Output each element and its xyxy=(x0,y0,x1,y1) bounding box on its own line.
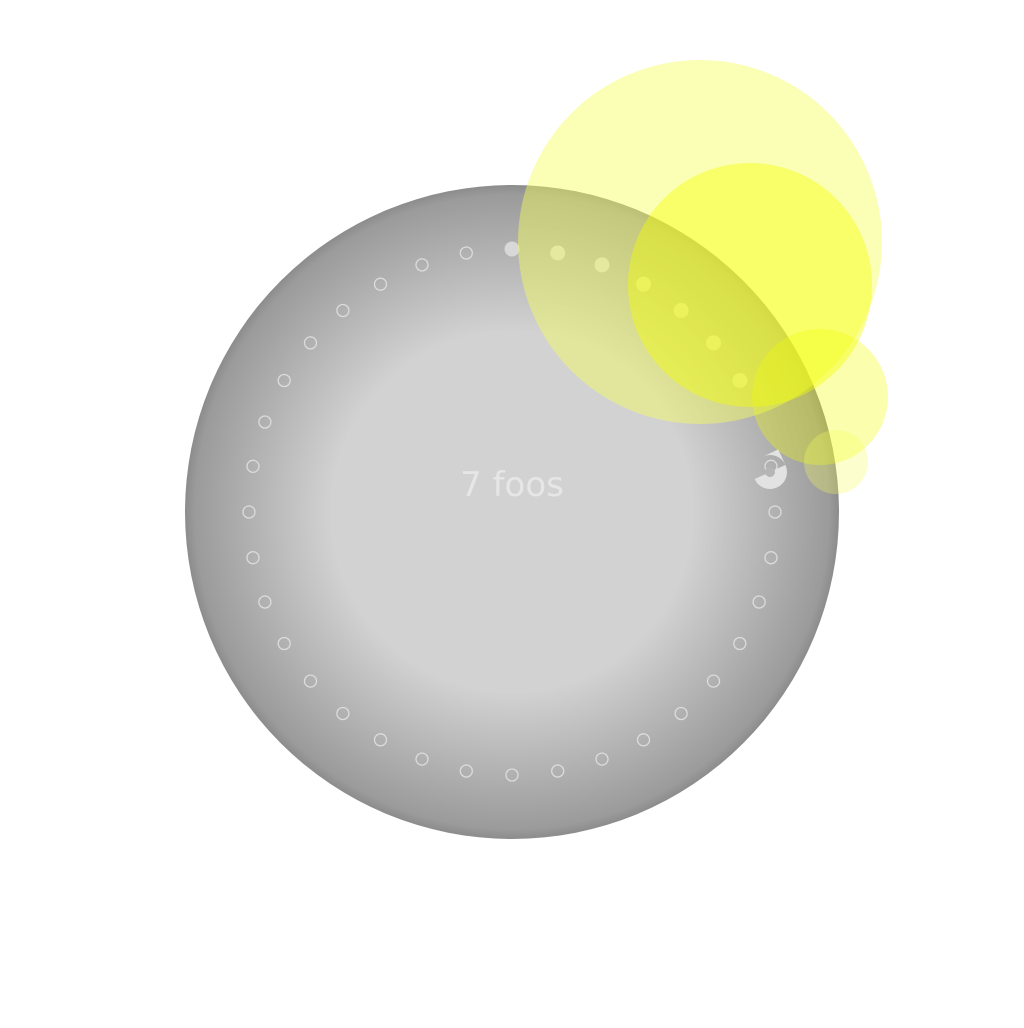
dial-canvas: 7 foos xyxy=(185,60,888,839)
glow-blob-tiny xyxy=(804,430,868,494)
dial-widget[interactable]: 7 foos xyxy=(0,0,1024,1024)
dial-value-label: 7 foos xyxy=(460,465,564,505)
step-dot-filled[interactable] xyxy=(504,241,520,257)
